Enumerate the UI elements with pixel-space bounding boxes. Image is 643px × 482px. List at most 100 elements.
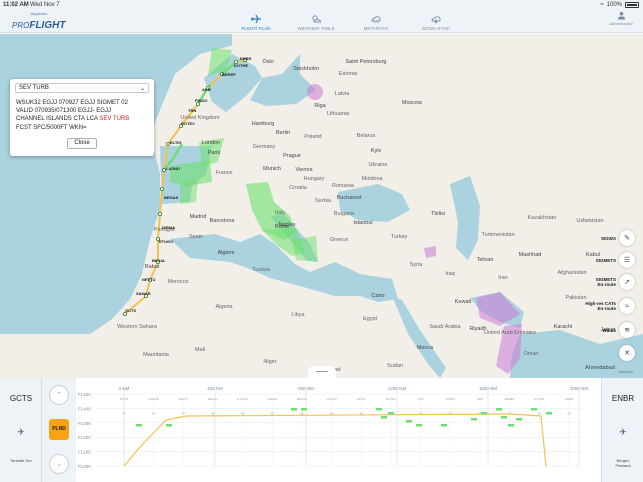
user-icon bbox=[617, 11, 625, 20]
profile-chart[interactable]: FL450 FL400 FL300 FL200 FL100 FL000 0 NM 400 NM… bbox=[76, 378, 601, 482]
map-label: Cairo bbox=[371, 293, 385, 299]
waypoint-label[interactable]: BEXAL bbox=[152, 258, 166, 263]
tab-sigma-sync[interactable]: SIGMA SYNC bbox=[406, 10, 466, 33]
layers-icon[interactable]: ☰ bbox=[619, 252, 635, 268]
chevron-down-button[interactable]: ⌄ bbox=[49, 454, 69, 474]
fl-label: FL450 bbox=[78, 392, 91, 397]
route-map[interactable]: Oslo Stockholm Saint Petersburg Estonia … bbox=[0, 34, 643, 378]
distance-label: 1600 NM bbox=[479, 386, 498, 391]
sigmet-select[interactable]: SEV TURB ⌄ bbox=[15, 83, 149, 93]
waypoint-label: GCTS bbox=[120, 397, 128, 401]
map-label: Niger bbox=[263, 359, 277, 365]
airplane-icon bbox=[251, 14, 261, 24]
layer-sigmets-enroute[interactable]: SIGMETS En-route ➚ bbox=[596, 274, 635, 290]
waypoint-label[interactable]: ADN bbox=[202, 87, 211, 92]
arrival-airport[interactable]: ENBR ✈ Bergen Flesland bbox=[601, 378, 643, 482]
waypoint-label[interactable]: ELTIG bbox=[170, 140, 181, 145]
map-label: Algeria bbox=[215, 304, 233, 310]
layer-sigmets[interactable]: SIGMETS ☰ bbox=[596, 252, 635, 268]
layer-winds[interactable]: Winds ≋ bbox=[603, 322, 635, 338]
user-account[interactable]: Administrator bbox=[609, 11, 633, 26]
chevron-down-icon: ⌄ bbox=[139, 86, 145, 92]
sigmet-warning: SEV TURB bbox=[99, 116, 130, 123]
distance-label: 800 NM bbox=[298, 386, 314, 391]
tab-metar-taf[interactable]: METAR/TAF bbox=[346, 10, 406, 33]
map-label: Serbia bbox=[315, 198, 331, 204]
waypoint-label[interactable]: ETUGO bbox=[159, 239, 173, 244]
waypoint-label[interactable]: KOTHE bbox=[234, 63, 248, 68]
waypoint-label: ELTIG bbox=[357, 397, 366, 401]
map-label: Munich bbox=[263, 166, 281, 172]
map-label: Hamburg bbox=[251, 121, 275, 127]
vertical-profile-panel: GCTS ✈ Tenerife Sur ⌃ PLND ⌄ FL450 FL400 F… bbox=[0, 378, 643, 482]
map-label: Madrid bbox=[189, 214, 207, 220]
map-attribution: Mapbox bbox=[618, 369, 633, 374]
close-icon[interactable]: ✕ bbox=[619, 345, 635, 361]
turbulence-block bbox=[291, 408, 297, 411]
layer-highres-cats[interactable]: High-res CATs En-route ≈ bbox=[585, 298, 635, 314]
layer-label: SIGMETS En-route bbox=[595, 277, 616, 287]
status-time: 11:02 AM bbox=[3, 2, 29, 8]
waypoint-label: ROTEV bbox=[386, 397, 396, 401]
panel-pull-handle[interactable] bbox=[308, 366, 336, 378]
logo-pro: PRO bbox=[12, 21, 30, 30]
layer-label: SIGWX bbox=[600, 235, 616, 241]
layer-sigwx[interactable]: SIGWX ✎ bbox=[601, 230, 635, 246]
close-button[interactable]: Close bbox=[67, 138, 97, 149]
turbulence-block bbox=[166, 424, 172, 427]
waypoint-label[interactable]: ENBR bbox=[240, 56, 251, 61]
sun-cloud-icon bbox=[312, 15, 321, 23]
waypoint-label: TRN bbox=[418, 397, 424, 401]
turbulence-block bbox=[471, 418, 477, 421]
sigmet-select-value: SEV TURB bbox=[19, 85, 49, 91]
pencil-icon[interactable]: ✎ bbox=[619, 230, 635, 246]
map-label: Moldova bbox=[361, 176, 383, 182]
route-icon[interactable]: ➚ bbox=[619, 274, 635, 290]
tab-weather-table[interactable]: WEATHER TABLE bbox=[286, 10, 346, 33]
waypoint-label[interactable]: DIRMA bbox=[162, 225, 175, 230]
map-label: Tehran bbox=[476, 257, 494, 263]
fl-label: FL000 bbox=[78, 464, 91, 469]
sigmet-area bbox=[307, 84, 323, 100]
departure-airport[interactable]: GCTS ✈ Tenerife Sur bbox=[0, 378, 42, 482]
waypoint-label[interactable]: ROTEV bbox=[181, 121, 195, 126]
tab-flight-plan[interactable]: FLIGHT PLAN bbox=[226, 10, 286, 33]
waypoint-label[interactable]: BEREP bbox=[222, 72, 236, 77]
waypoint-label: ETUGO bbox=[237, 397, 248, 401]
map-label: Rabat bbox=[144, 264, 160, 270]
waypoint-label: DIRMA bbox=[267, 397, 277, 401]
waypoint-label[interactable]: TRN bbox=[188, 108, 196, 113]
layer-close[interactable]: ✕ bbox=[619, 345, 635, 361]
turbulence-block bbox=[508, 424, 514, 427]
waypoint-label[interactable]: FINDO bbox=[195, 98, 207, 103]
turbulence-icon[interactable]: ≈ bbox=[619, 298, 635, 314]
fl-label: FL400 bbox=[78, 406, 91, 411]
tab-label: METAR/TAF bbox=[363, 26, 389, 31]
map-label: Sudan bbox=[387, 363, 403, 369]
tab-label: WEATHER TABLE bbox=[297, 26, 335, 31]
waypoint-label[interactable]: BEGAS bbox=[164, 195, 178, 200]
sigmet-area bbox=[424, 246, 436, 258]
fl-label: FL300 bbox=[78, 421, 91, 426]
waypoint-label[interactable]: NEVTU bbox=[142, 277, 156, 282]
tab-label: FLIGHT PLAN bbox=[241, 26, 271, 31]
chevron-up-button[interactable]: ⌃ bbox=[49, 385, 69, 405]
map-label: Libya bbox=[291, 312, 305, 318]
profile-chart-svg: FL450 FL400 FL300 FL200 FL100 FL000 0 NM 400 NM… bbox=[76, 378, 601, 482]
waypoint-label[interactable]: LASNO bbox=[166, 166, 180, 171]
sigmet-text: WSUK32 EGJJ 070927 EGJJ SIGMET 02 VALID … bbox=[16, 99, 150, 132]
turbulence-block bbox=[481, 412, 487, 415]
arrival-code: ENBR bbox=[611, 394, 635, 403]
waypoint-label[interactable]: GCTS bbox=[125, 308, 136, 313]
waypoint-label[interactable]: SAMAR bbox=[136, 291, 151, 296]
sigmet-popup: SEV TURB ⌄ WSUK32 EGJJ 070927 EGJJ SIGME… bbox=[10, 79, 154, 156]
turbulence-block bbox=[546, 412, 552, 415]
takeoff-icon: ✈ bbox=[17, 427, 25, 437]
map-label: United Arab Emirates bbox=[484, 330, 536, 336]
map-label: London bbox=[201, 140, 221, 146]
plnd-button[interactable]: PLND bbox=[49, 419, 69, 440]
map-label: Oslo bbox=[262, 59, 274, 65]
wind-icon[interactable]: ≋ bbox=[619, 322, 635, 338]
waypoint-label: ADN bbox=[477, 397, 483, 401]
waypoint-label: BEREP bbox=[505, 397, 515, 401]
